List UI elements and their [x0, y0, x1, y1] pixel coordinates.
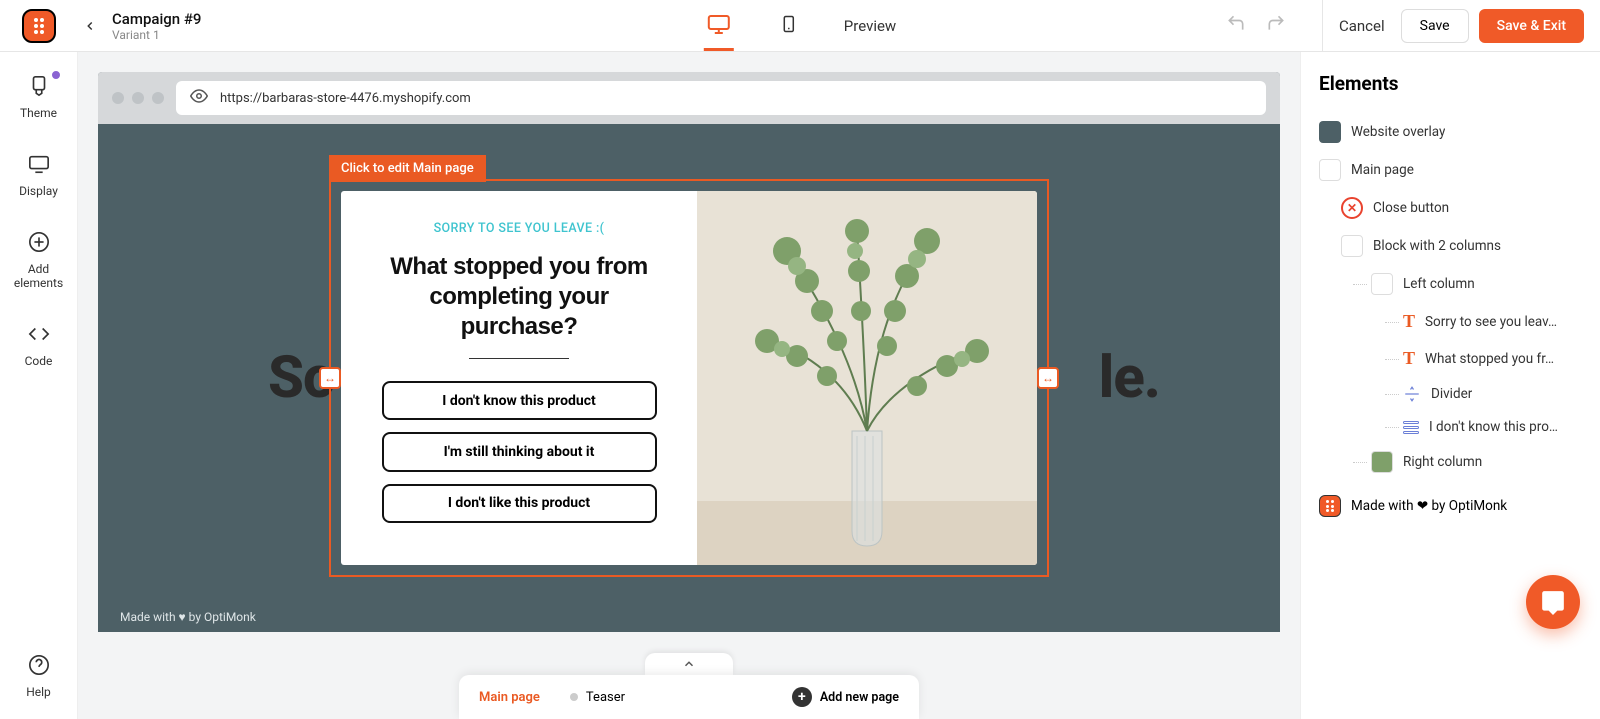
desktop-device-tab[interactable]: [704, 1, 734, 51]
rail-display-label: Display: [19, 184, 58, 198]
edit-main-page-tag[interactable]: Click to edit Main page: [329, 155, 486, 182]
window-controls: [112, 92, 164, 104]
app-logo[interactable]: [22, 9, 56, 43]
cancel-button[interactable]: Cancel: [1339, 17, 1385, 35]
popup-divider[interactable]: [469, 358, 569, 359]
rail-theme[interactable]: Theme: [9, 72, 69, 120]
redo-button[interactable]: [1266, 13, 1286, 38]
made-with-label: Made with ♥ by OptiMonk: [120, 610, 256, 624]
undo-button[interactable]: [1226, 13, 1246, 38]
rail-theme-label: Theme: [20, 106, 57, 120]
tree-left-col-label: Left column: [1403, 276, 1475, 292]
tree-brand-label: Made with ❤ by OptiMonk: [1351, 498, 1507, 514]
close-circle-icon: ✕: [1341, 197, 1363, 219]
tree-website-overlay[interactable]: Website overlay: [1319, 113, 1582, 151]
page-tab-main[interactable]: Main page: [479, 690, 540, 705]
tree-website-overlay-label: Website overlay: [1351, 124, 1445, 140]
page-tab-teaser[interactable]: Teaser: [570, 690, 625, 705]
tree-left-column[interactable]: Left column: [1371, 265, 1582, 303]
add-new-page-button[interactable]: + Add new page: [792, 687, 899, 707]
popup-headline[interactable]: What stopped you from completing your pu…: [371, 252, 667, 342]
survey-option-1[interactable]: I don't know this product: [382, 381, 657, 420]
survey-option-3[interactable]: I don't like this product: [382, 484, 657, 523]
tree-close-button-label: Close button: [1373, 200, 1449, 216]
plus-circle-icon: +: [792, 687, 812, 707]
popup-eyebrow[interactable]: SORRY TO SEE YOU LEAVE :(: [434, 221, 605, 236]
rail-help-label: Help: [26, 685, 51, 699]
save-and-exit-button[interactable]: Save & Exit: [1479, 9, 1584, 43]
tree-main-page[interactable]: Main page: [1319, 151, 1582, 189]
survey-option-2[interactable]: I'm still thinking about it: [382, 432, 657, 471]
variant-subtitle: Variant 1: [112, 28, 201, 42]
tree-text-1-label: Sorry to see you leav…: [1425, 314, 1557, 330]
main-page-thumb-icon: [1319, 159, 1341, 181]
background-text-right: le.: [1099, 344, 1160, 412]
resize-handle-right[interactable]: ↔: [1037, 367, 1059, 389]
popup-image[interactable]: [697, 191, 1037, 565]
rail-code-label: Code: [25, 354, 53, 368]
preview-link[interactable]: Preview: [844, 17, 896, 35]
divider-icon: [1403, 385, 1421, 403]
chevron-up-icon: [682, 657, 696, 671]
tree-block-label: Block with 2 columns: [1373, 238, 1501, 254]
survey-icon: [1403, 421, 1419, 434]
text-icon: T: [1403, 348, 1415, 369]
rail-help[interactable]: Help: [9, 651, 69, 699]
tree-right-col-label: Right column: [1403, 454, 1482, 470]
rail-add-elements[interactable]: Add elements: [9, 228, 69, 290]
optimonk-logo-icon: [1319, 495, 1341, 517]
rail-code[interactable]: Code: [9, 320, 69, 368]
checker-thumb-icon: [1341, 235, 1363, 257]
chat-fab[interactable]: [1526, 575, 1580, 629]
address-url: https://barbaras-store-4476.myshopify.co…: [220, 91, 471, 106]
popup-selection-frame[interactable]: ↔ ↔ SORRY TO SEE YOU LEAVE :( What stopp…: [329, 179, 1049, 577]
tree-text-1[interactable]: T Sorry to see you leav…: [1403, 303, 1582, 340]
campaign-title: Campaign #9: [112, 10, 201, 28]
tree-survey[interactable]: I don't know this pro…: [1403, 411, 1582, 443]
save-button[interactable]: Save: [1401, 9, 1469, 43]
teaser-dot-icon: [570, 693, 578, 701]
rail-add-label: Add elements: [9, 262, 69, 290]
back-button[interactable]: [78, 14, 102, 38]
mobile-device-tab[interactable]: [774, 1, 804, 51]
page-tab-main-label: Main page: [479, 690, 540, 705]
add-new-page-label: Add new page: [820, 690, 899, 705]
tree-text-2-label: What stopped you fr…: [1425, 351, 1554, 367]
checker-thumb-icon: [1371, 273, 1393, 295]
tree-close-button[interactable]: ✕ Close button: [1341, 189, 1582, 227]
image-thumb-icon: [1371, 451, 1393, 473]
tree-right-column[interactable]: Right column: [1371, 443, 1582, 481]
tree-divider[interactable]: Divider: [1403, 377, 1582, 411]
overlay-swatch-icon: [1319, 121, 1341, 143]
resize-handle-left[interactable]: ↔: [319, 367, 341, 389]
tree-text-2[interactable]: T What stopped you fr…: [1403, 340, 1582, 377]
eye-icon: [190, 87, 208, 109]
address-bar[interactable]: https://barbaras-store-4476.myshopify.co…: [176, 81, 1266, 115]
rail-display[interactable]: Display: [9, 150, 69, 198]
tree-brand-row[interactable]: Made with ❤ by OptiMonk: [1319, 495, 1582, 517]
chat-icon: [1540, 589, 1566, 615]
panel-title: Elements: [1319, 72, 1582, 95]
tree-main-page-label: Main page: [1351, 162, 1414, 178]
page-tab-teaser-label: Teaser: [586, 690, 625, 705]
pages-expand-tab[interactable]: [645, 653, 733, 675]
tree-block-2col[interactable]: Block with 2 columns: [1341, 227, 1582, 265]
notification-dot-icon: [51, 70, 61, 80]
tree-survey-label: I don't know this pro…: [1429, 419, 1558, 435]
text-icon: T: [1403, 311, 1415, 332]
tree-divider-label: Divider: [1431, 386, 1472, 402]
